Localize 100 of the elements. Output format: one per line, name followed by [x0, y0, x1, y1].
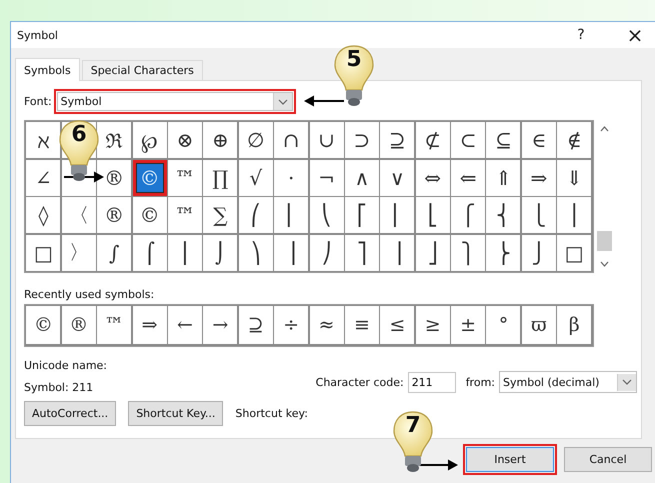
symbol-cell[interactable]: ∈ — [522, 122, 556, 158]
symbol-cell[interactable]: ∑ — [203, 197, 238, 234]
pointer-arrow — [418, 459, 458, 471]
symbol-cell[interactable]: ⎩ — [522, 197, 556, 234]
symbol-cell[interactable]: ⇓ — [557, 160, 592, 196]
symbol-cell[interactable]: © — [26, 306, 60, 344]
cancel-button[interactable]: Cancel — [564, 447, 652, 472]
symbol-cell[interactable]: √ — [238, 160, 273, 196]
symbol-cell[interactable]: ≈ — [310, 306, 344, 344]
symbol-cell[interactable]: ⎜ — [274, 197, 308, 234]
symbol-cell[interactable]: ∅ — [238, 122, 273, 158]
symbol-cell[interactable]: ⊃ — [344, 122, 379, 158]
symbol-cell[interactable]: ∪ — [310, 122, 344, 158]
symbol-cell[interactable]: ⎡ — [344, 197, 379, 234]
symbol-cell[interactable]: ∨ — [380, 160, 414, 196]
symbol-cell[interactable]: ℵ — [26, 122, 60, 158]
symbol-cell[interactable]: ⎧ — [451, 197, 486, 234]
symbol-cell[interactable]: ∧ — [344, 160, 379, 196]
symbol-cell[interactable]: ⇒ — [132, 306, 167, 344]
symbol-cell[interactable]: → — [203, 306, 238, 344]
callout-number: 5 — [346, 48, 362, 72]
symbol-cell[interactable]: ⇑ — [486, 160, 520, 196]
symbol-cell[interactable]: ≡ — [344, 306, 379, 344]
character-code-label: Character code: — [316, 376, 404, 389]
tab[interactable]: Symbols — [15, 58, 80, 81]
symbol-cell[interactable]: ⎦ — [416, 234, 450, 271]
symbol-cell[interactable]: ⊗ — [168, 122, 202, 158]
symbol-cell[interactable]: ™ — [97, 306, 132, 344]
symbol-cell[interactable]: ± — [451, 306, 486, 344]
symbol-cell[interactable]: ≤ — [380, 306, 414, 344]
symbol-cell[interactable]: ⊆ — [486, 122, 520, 158]
symbol-cell[interactable]: 〉 — [62, 234, 96, 271]
symbol-cell[interactable]: ⎣ — [416, 197, 450, 234]
symbol-cell[interactable]: ⇒ — [522, 160, 556, 196]
scroll-up-icon[interactable] — [600, 126, 609, 132]
callout-number: 7 — [405, 414, 421, 438]
symbol-cell[interactable]: ⊄ — [416, 122, 450, 158]
symbol-cell[interactable]: ⊇ — [238, 306, 273, 344]
symbol-cell[interactable]: 〈 — [62, 197, 96, 234]
scrollbar-thumb[interactable] — [596, 230, 612, 251]
symbol-cell[interactable]: ¬ — [310, 160, 344, 196]
symbol-cell[interactable]: ⋅ — [274, 160, 308, 196]
symbol-cell[interactable]: ® — [97, 160, 132, 196]
symbol-cell[interactable]: ⎨ — [486, 197, 520, 234]
symbol-cell[interactable]: ϖ — [522, 306, 556, 344]
symbol-cell[interactable]: ⊇ — [380, 122, 414, 158]
insert-button[interactable]: Insert — [466, 447, 554, 472]
font-label: Font: — [24, 95, 52, 108]
tab[interactable]: Special Characters — [82, 60, 203, 80]
symbol-cell[interactable]: ⌠ — [132, 234, 167, 271]
font-dropdown[interactable]: Symbol — [56, 92, 293, 111]
symbol-cell[interactable]: ™ — [168, 197, 202, 234]
scroll-down-icon[interactable] — [600, 260, 609, 267]
symbol-cell[interactable]: ⎪ — [557, 197, 592, 234]
symbol-cell[interactable]: ⎬ — [486, 234, 520, 271]
symbol-cell[interactable]: ⎫ — [451, 234, 486, 271]
symbol-cell[interactable]: ∫ — [97, 234, 132, 271]
from-dropdown[interactable]: Symbol (decimal) — [499, 371, 637, 394]
symbol-cell[interactable]: ∏ — [203, 160, 238, 196]
symbol-cell[interactable]: ⊕ — [203, 122, 238, 158]
symbol-cell[interactable]: ⎢ — [380, 197, 414, 234]
symbol-cell[interactable]: © — [132, 197, 167, 234]
symbol-cell[interactable]: ⎞ — [238, 234, 273, 271]
dialog-button[interactable]: Shortcut Key... — [128, 400, 224, 426]
symbol-cell[interactable]: ∠ — [26, 160, 60, 196]
symbol-cell[interactable]: ⎛ — [238, 197, 273, 234]
symbol-cell[interactable]: ∩ — [274, 122, 308, 158]
pointer-arrow — [304, 95, 344, 107]
symbol-cell[interactable]: ≥ — [416, 306, 450, 344]
symbol-cell[interactable]: □ — [557, 234, 592, 271]
chevron-down-icon — [278, 98, 288, 104]
unicode-name-value: Symbol: 211 — [24, 380, 94, 394]
dialog-button[interactable]: AutoCorrect... — [24, 400, 116, 426]
symbol-cell[interactable]: ® — [97, 197, 132, 234]
symbol-cell[interactable]: ⎠ — [310, 234, 344, 271]
symbol-cell[interactable]: ⎝ — [310, 197, 344, 234]
symbol-cell[interactable]: ⎮ — [168, 234, 202, 271]
symbol-cell[interactable]: ⎭ — [522, 234, 556, 271]
symbol-cell[interactable]: ← — [168, 306, 202, 344]
symbol-cell[interactable]: ° — [486, 306, 520, 344]
symbol-cell[interactable]: ⇐ — [451, 160, 486, 196]
symbol-cell[interactable]: β — [557, 306, 592, 344]
symbol-cell[interactable]: ⎥ — [380, 234, 414, 271]
symbol-cell[interactable]: ⇔ — [416, 160, 450, 196]
symbol-cell[interactable]: ℜ — [97, 122, 132, 158]
close-button[interactable]: × — [621, 23, 649, 47]
symbol-cell[interactable]: ⊂ — [451, 122, 486, 158]
symbol-cell[interactable]: ∉ — [557, 122, 592, 158]
symbol-cell[interactable]: ⌡ — [203, 234, 238, 271]
symbol-cell[interactable]: ◊ — [26, 197, 60, 234]
symbol-cell[interactable]: © — [132, 160, 167, 196]
symbol-cell[interactable]: ℘ — [132, 122, 167, 158]
symbol-cell[interactable]: ÷ — [274, 306, 308, 344]
symbol-cell[interactable]: ⎤ — [344, 234, 379, 271]
symbol-cell[interactable]: □ — [26, 234, 60, 271]
character-code-field[interactable]: 211 — [408, 372, 456, 393]
symbol-cell[interactable]: ™ — [168, 160, 202, 196]
symbol-cell[interactable]: ® — [62, 306, 96, 344]
symbol-cell[interactable]: ⎟ — [274, 234, 308, 271]
help-button[interactable]: ? — [567, 23, 595, 47]
